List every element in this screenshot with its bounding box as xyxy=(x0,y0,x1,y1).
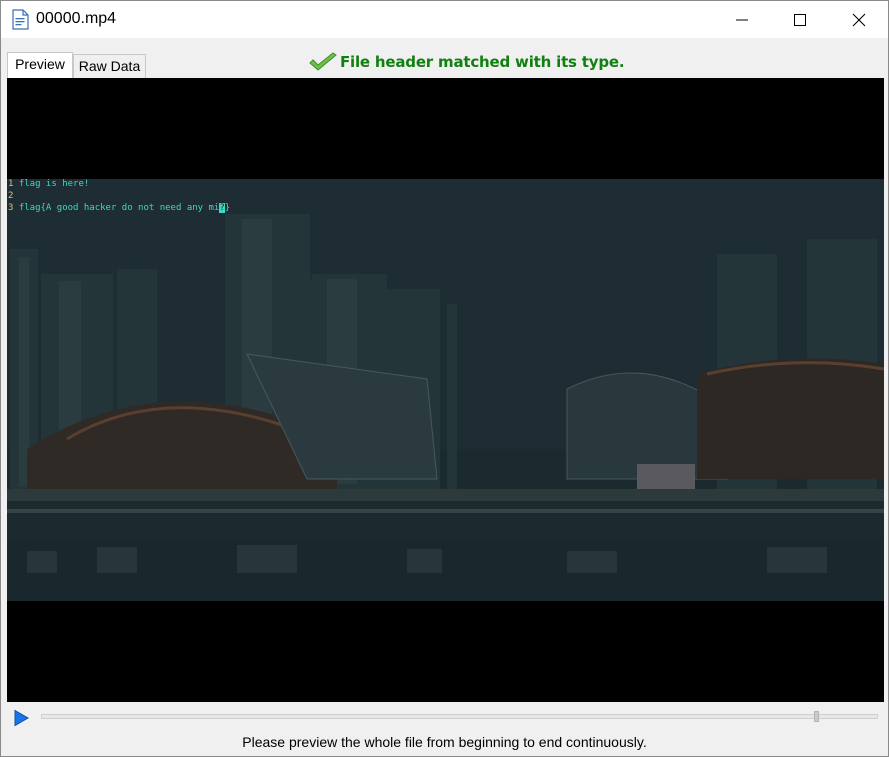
document-icon xyxy=(12,9,29,30)
line-number: 3 xyxy=(8,203,14,213)
minimize-icon xyxy=(736,19,748,21)
city-skyline-image xyxy=(7,179,884,601)
window-title: 00000.mp4 xyxy=(36,10,117,27)
code-line-2: 2 xyxy=(8,191,19,202)
video-preview[interactable]: 1 flag is here! 2 3 flag{A good hacker d… xyxy=(7,78,884,702)
play-icon[interactable] xyxy=(12,709,30,727)
header-check-status: File header matched with its type. xyxy=(308,51,625,73)
maximize-icon xyxy=(794,14,806,26)
video-frame: 1 flag is here! 2 3 flag{A good hacker d… xyxy=(7,179,884,601)
line-number: 2 xyxy=(8,191,14,201)
code-line-1: 1 flag is here! xyxy=(8,179,89,190)
close-icon xyxy=(852,13,866,27)
code-text: flag{A good hacker do not need any mi xyxy=(18,203,220,213)
seek-bar[interactable] xyxy=(41,714,878,719)
seek-handle[interactable] xyxy=(814,711,819,722)
playback-controls xyxy=(1,704,888,730)
status-message: File header matched with its type. xyxy=(340,53,625,71)
tab-raw-data[interactable]: Raw Data xyxy=(73,54,146,78)
maximize-button[interactable] xyxy=(771,1,829,38)
tab-preview[interactable]: Preview xyxy=(7,52,73,78)
code-text-end: } xyxy=(224,203,231,213)
title-bar[interactable]: 00000.mp4 xyxy=(1,1,888,38)
checkmark-icon xyxy=(309,52,337,71)
file-preview-window: 00000.mp4 Preview Raw Data File header m… xyxy=(0,0,889,757)
close-button[interactable] xyxy=(830,1,888,38)
code-line-3: 3 flag{A good hacker do not need any mi?… xyxy=(8,203,230,214)
footer-hint: Please preview the whole file from begin… xyxy=(242,734,647,750)
tab-preview-label: Preview xyxy=(15,56,65,72)
line-number: 1 xyxy=(8,179,14,189)
minimize-button[interactable] xyxy=(713,1,771,38)
tab-raw-data-label: Raw Data xyxy=(78,58,141,74)
code-text: flag is here! xyxy=(18,179,90,189)
